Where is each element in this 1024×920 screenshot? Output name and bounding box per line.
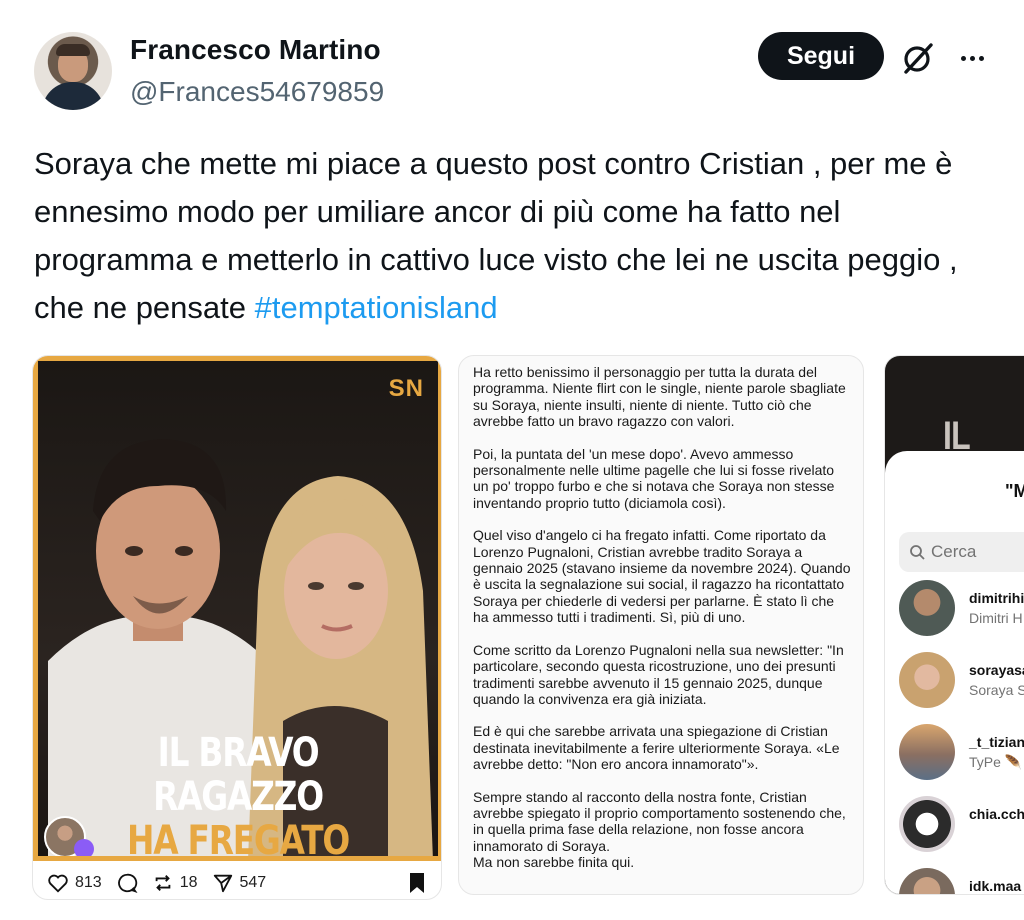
search-placeholder: Cerca — [931, 542, 977, 561]
user-avatar — [899, 580, 955, 636]
list-item[interactable]: _t_tizian TyPe 🪶 — [899, 724, 1024, 782]
likes-stat[interactable]: 813 — [47, 872, 102, 894]
post-image: SN IL BRAVO RAGAZZO HA FREGATO TUTTI — [33, 356, 441, 861]
more-icon[interactable] — [954, 40, 990, 76]
user-fullname: Dimitri H — [969, 610, 1023, 626]
follow-button[interactable]: Segui — [758, 32, 884, 80]
hashtag-link[interactable]: #temptationisland — [255, 290, 498, 325]
repost-badge-icon — [74, 839, 94, 856]
article-paragraph: Quel viso d'angelo ci ha fregato infatti… — [473, 527, 851, 626]
reposts-stat[interactable]: 18 — [152, 872, 198, 894]
heart-icon — [48, 874, 68, 893]
tweet-text: Soraya che mette mi piace a questo post … — [34, 140, 999, 332]
user-avatar — [899, 796, 955, 852]
comment-icon — [117, 873, 138, 893]
headline-line-1: IL BRAVO RAGAZZO — [153, 730, 324, 820]
sn-logo: SN — [388, 375, 424, 402]
shares-stat[interactable]: 547 — [212, 872, 267, 894]
list-item[interactable]: dimitrihi Dimitri H — [899, 580, 1024, 638]
article-paragraph: Ha retto benissimo il personaggio per tu… — [473, 364, 846, 430]
user-username: chia.cch — [969, 806, 1024, 822]
user-avatar — [899, 652, 955, 708]
tweet-header: Francesco Martino @Frances54679859 Segui — [0, 0, 1024, 130]
list-item[interactable]: chia.cch — [899, 796, 1024, 854]
send-icon — [213, 874, 232, 892]
author-handle[interactable]: @Frances54679859 — [130, 76, 384, 108]
author-name[interactable]: Francesco Martino — [130, 34, 381, 66]
user-fullname: TyPe 🪶 — [969, 754, 1023, 770]
user-username: sorayasa — [969, 662, 1024, 678]
headline-line-2: HA FREGATO TUTTI — [126, 818, 350, 856]
avatar-shirt — [42, 82, 104, 110]
comments-stat[interactable] — [116, 872, 138, 894]
search-icon — [910, 545, 925, 560]
user-username: _t_tizian — [969, 734, 1024, 750]
media-card-image-post[interactable]: SN IL BRAVO RAGAZZO HA FREGATO TUTTI 813… — [32, 355, 442, 900]
article-paragraph: Poi, la puntata del 'un mese dopo'. Avev… — [473, 445, 835, 511]
article-paragraph: Come scritto da Lorenzo Pugnaloni nella … — [473, 641, 844, 707]
user-fullname: Soraya S — [969, 682, 1024, 698]
grok-icon[interactable] — [900, 40, 936, 76]
article-paragraph: Sempre stando al racconto della nostra f… — [473, 788, 846, 871]
panel-title: "M — [1005, 481, 1024, 501]
user-username: idk.maa — [969, 878, 1022, 894]
media-card-likes-list[interactable]: IL BRA "M Cerca dimitrihi Dimitri H sora… — [884, 355, 1024, 895]
media-card-article-text[interactable]: Ha retto benissimo il personaggio per tu… — [458, 355, 864, 895]
user-username: dimitrihi — [969, 590, 1024, 606]
bookmark-icon[interactable] — [407, 872, 427, 894]
image-headline: IL BRAVO RAGAZZO HA FREGATO TUTTI — [74, 731, 402, 856]
search-input[interactable]: Cerca — [899, 532, 1024, 572]
reposts-count: 18 — [179, 873, 198, 891]
avatar-hair — [56, 44, 90, 56]
user-avatar — [899, 868, 955, 894]
author-avatar[interactable] — [34, 32, 112, 110]
repost-icon — [155, 874, 171, 891]
user-avatar — [899, 724, 955, 780]
list-item[interactable]: sorayasa Soraya S — [899, 652, 1024, 710]
shares-count: 547 — [239, 873, 267, 891]
article-paragraph: Ed è qui che sarebbe arrivata una spiega… — [473, 723, 840, 773]
likes-count: 813 — [75, 873, 102, 891]
list-item[interactable]: idk.maa — [899, 868, 1024, 894]
post-stats: 813 18 547 — [33, 864, 441, 899]
